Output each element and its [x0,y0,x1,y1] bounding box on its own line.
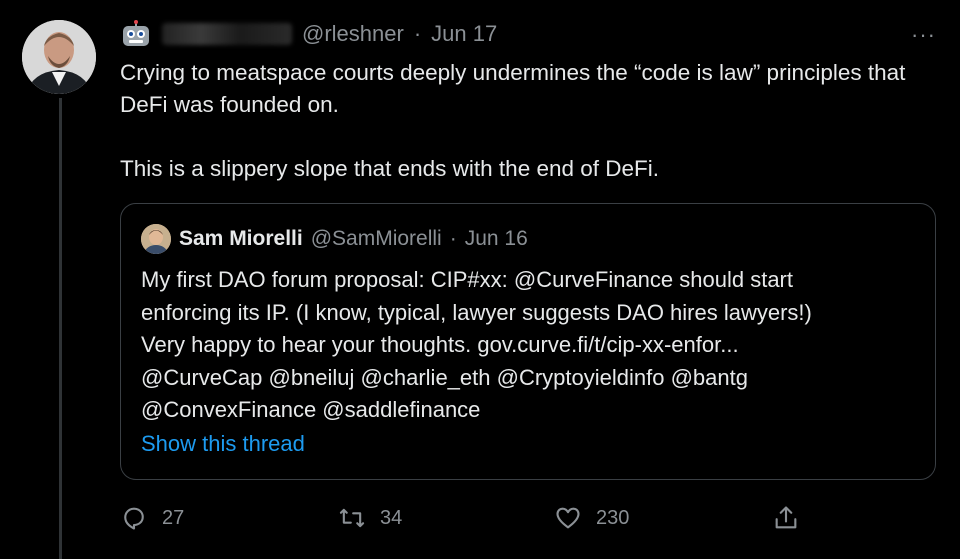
author-handle[interactable]: @rleshner [302,21,404,47]
header-separator: · [413,21,422,46]
like-button[interactable]: 230 [554,500,629,536]
quoted-author-avatar [141,224,171,254]
quoted-author-handle: @SamMiorelli [310,227,442,250]
tweet-body: Crying to meatspace courts deeply underm… [120,57,940,185]
quoted-author-name: Sam Miorelli [179,227,303,250]
tweet-header: @rleshner · Jun 17 [120,18,497,50]
retweet-button[interactable]: 34 [338,500,402,536]
reply-icon [124,507,144,530]
quoted-tweet-card[interactable]: Sam Miorelli @SamMiorelli · Jun 16 My fi… [120,203,936,480]
like-icon [556,507,580,529]
quoted-header-separator: · [449,227,457,250]
show-thread-link[interactable]: Show this thread [141,431,305,457]
tweet-paragraph: Crying to meatspace courts deeply underm… [120,60,906,117]
quoted-text-line: @CurveCap @bneiluj @charlie_eth @Cryptoy… [141,364,748,390]
author-avatar[interactable] [22,20,96,94]
reply-button[interactable]: 27 [120,500,184,536]
robot-emoji-icon [120,20,152,48]
share-icon [775,506,797,529]
thread-connector-line [59,98,62,559]
retweet-count: 34 [380,506,403,529]
quoted-tweet-body: My first DAO forum proposal: CIP#xx: @Cu… [141,264,921,427]
share-button[interactable] [772,500,800,536]
quoted-tweet-date: Jun 16 [464,227,528,250]
more-options-icon[interactable]: ··· [911,22,936,48]
tweet-actions-bar: 27 34 230 [120,500,820,536]
tweet-date[interactable]: Jun 17 [431,21,497,47]
author-avatar-image [22,20,96,94]
retweet-icon [339,508,365,528]
reply-count: 27 [162,506,185,529]
like-count: 230 [596,506,630,529]
quoted-text-line: Very happy to hear your thoughts. gov.cu… [141,332,739,357]
quoted-text-line: enforcing its IP. (I know, typical, lawy… [141,299,812,325]
quoted-tweet-header: Sam Miorelli @SamMiorelli · Jun 16 [141,224,528,254]
quoted-text-line: My first DAO forum proposal: CIP#xx: @Cu… [141,267,793,292]
blurred-display-name[interactable] [162,23,292,45]
quoted-text-line: @ConvexFinance @saddlefinance [141,397,481,422]
tweet-paragraph: This is a slippery slope that ends with … [120,156,660,181]
